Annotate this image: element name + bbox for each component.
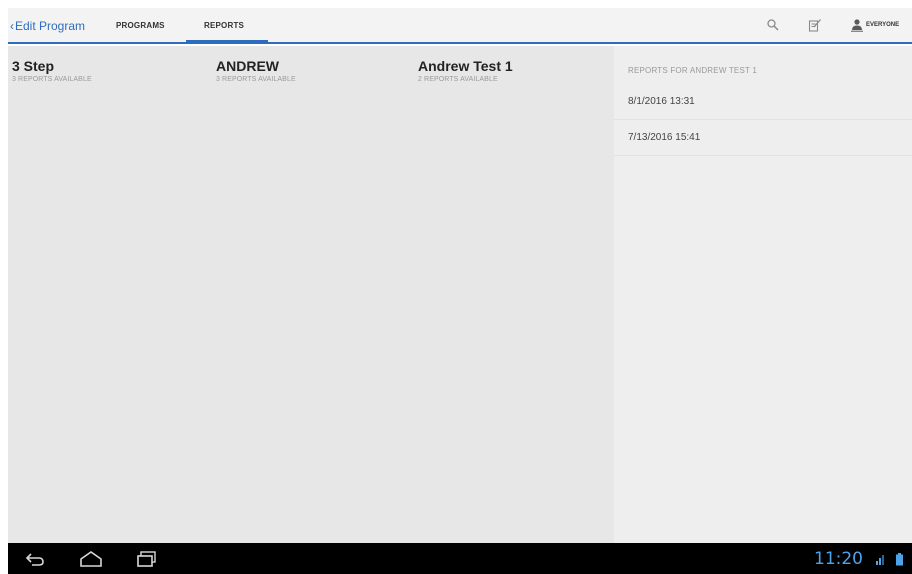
program-item[interactable]: ANDREW 3 REPORTS AVAILABLE [216, 58, 296, 83]
program-report-count: 3 REPORTS AVAILABLE [216, 76, 296, 83]
report-date: 8/1/2016 13:31 [628, 96, 695, 107]
compose-icon[interactable] [808, 18, 822, 32]
system-nav-bar: 11:20 [8, 543, 912, 574]
status-clock[interactable]: 11:20 [814, 549, 863, 569]
person-icon[interactable] [850, 18, 864, 32]
tab-reports[interactable]: REPORTS [204, 21, 244, 30]
app-window: ‹Edit Program PROGRAMS REPORTS EVERYONE … [0, 0, 912, 574]
report-item[interactable]: 7/13/2016 15:41 [614, 120, 912, 156]
back-icon[interactable] [24, 549, 46, 569]
program-report-count: 2 REPORTS AVAILABLE [418, 76, 498, 83]
search-icon[interactable] [766, 18, 780, 32]
back-label: Edit Program [15, 19, 86, 33]
selected-tab-indicator [186, 40, 268, 44]
program-name: Andrew Test 1 [418, 58, 513, 74]
report-date: 7/13/2016 15:41 [628, 132, 701, 143]
tab-programs[interactable]: PROGRAMS [116, 21, 165, 30]
home-icon[interactable] [78, 549, 104, 569]
audience-label[interactable]: EVERYONE [866, 22, 899, 28]
program-name: ANDREW [216, 58, 279, 74]
status-icons[interactable] [874, 552, 908, 566]
action-bar: ‹Edit Program PROGRAMS REPORTS EVERYONE [8, 8, 912, 44]
signal-icon [876, 555, 884, 565]
battery-icon [896, 553, 903, 566]
recent-apps-icon[interactable] [136, 549, 158, 569]
program-item[interactable]: Andrew Test 1 2 REPORTS AVAILABLE [418, 58, 513, 83]
reports-panel: REPORTS FOR ANDREW TEST 1 8/1/2016 13:31… [614, 46, 912, 543]
program-name: 3 Step [12, 58, 55, 74]
edit-program-back-button[interactable]: ‹Edit Program [10, 19, 85, 33]
reports-panel-header: REPORTS FOR ANDREW TEST 1 [628, 66, 758, 75]
content-area: 3 Step 3 REPORTS AVAILABLE ANDREW 3 REPO… [8, 46, 912, 543]
report-item[interactable]: 8/1/2016 13:31 [614, 84, 912, 120]
program-item[interactable]: 3 Step 3 REPORTS AVAILABLE [12, 58, 92, 83]
program-report-count: 3 REPORTS AVAILABLE [12, 76, 92, 83]
chevron-left-icon: ‹ [10, 19, 14, 33]
